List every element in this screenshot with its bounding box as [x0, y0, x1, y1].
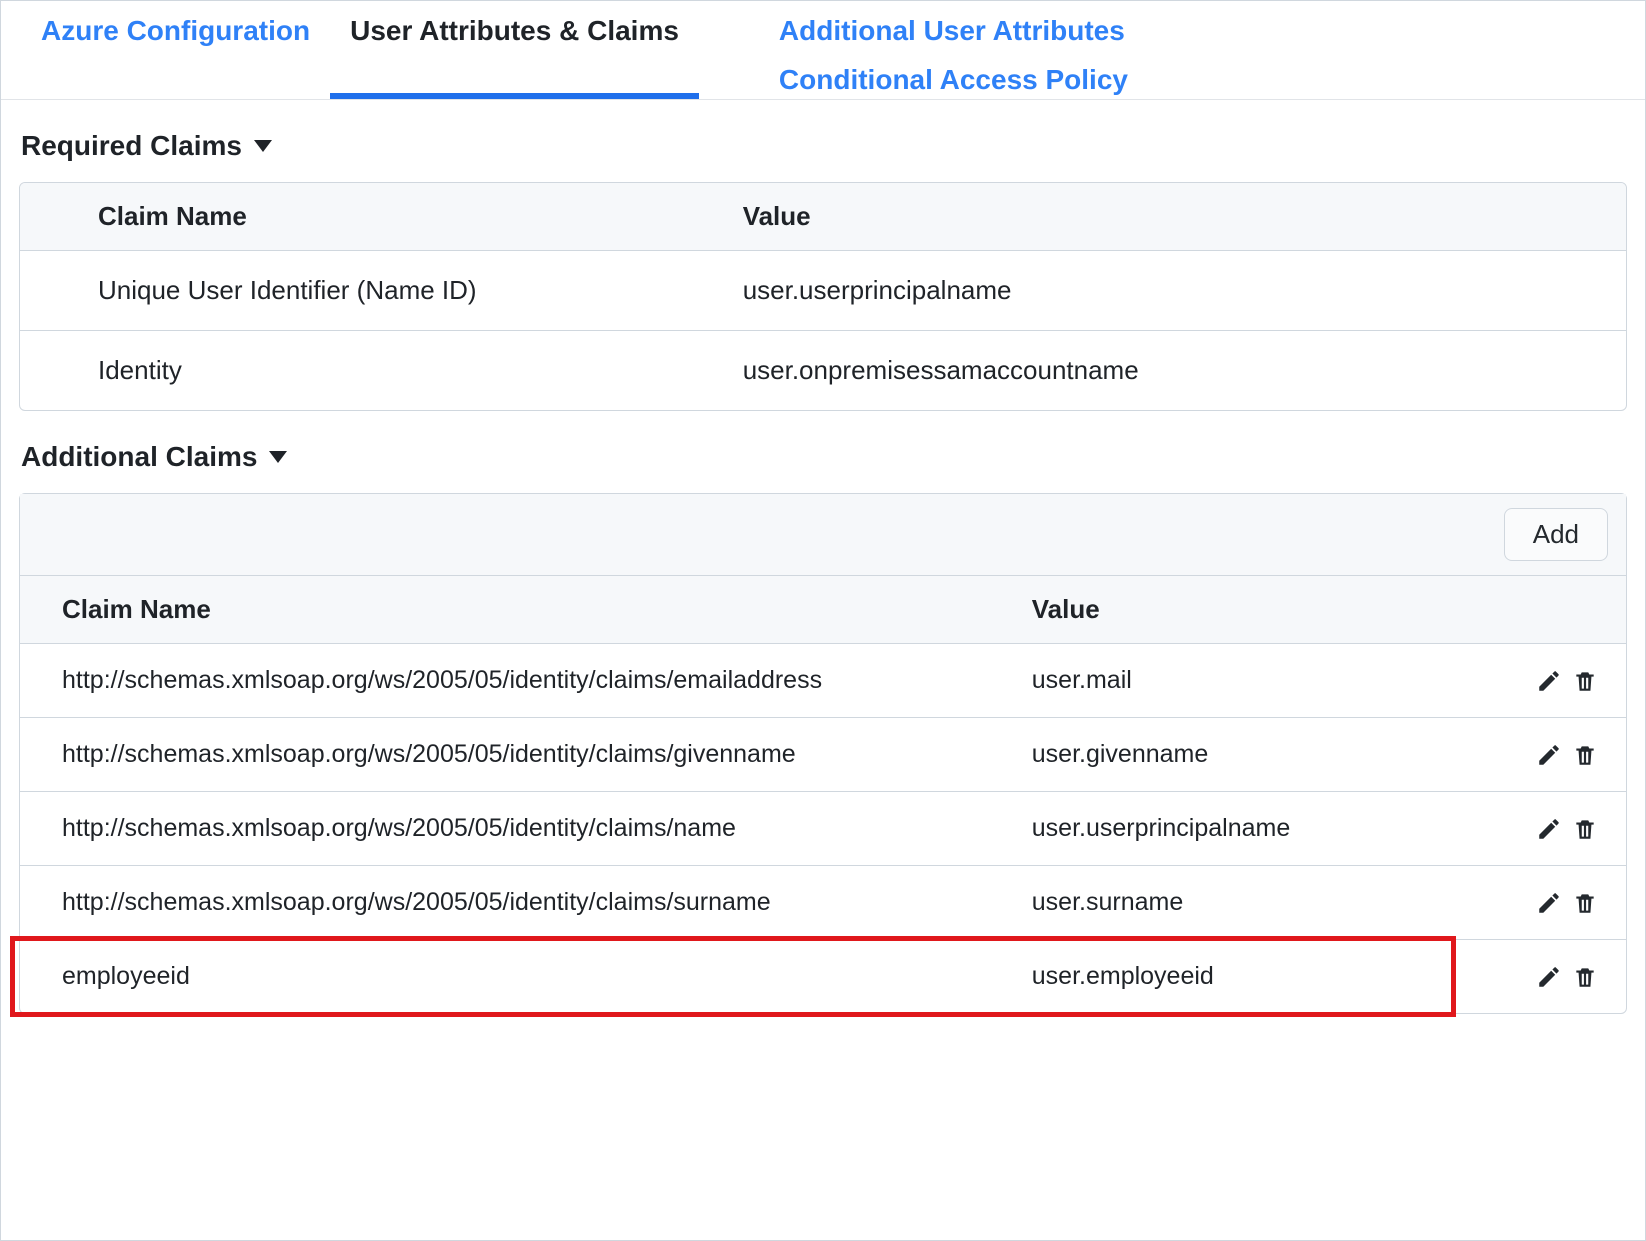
required-claim-value: user.userprincipalname [743, 275, 1626, 306]
row-actions [1536, 742, 1626, 768]
required-claims-header: Claim Name Value [20, 183, 1626, 251]
edit-icon[interactable] [1536, 964, 1562, 990]
table-row: http://schemas.xmlsoap.org/ws/2005/05/id… [20, 792, 1626, 866]
required-claims-title: Required Claims [21, 130, 242, 162]
tab-azure-configuration[interactable]: Azure Configuration [21, 1, 330, 99]
additional-claim-name: http://schemas.xmlsoap.org/ws/2005/05/id… [20, 888, 1032, 917]
tab-conditional-access-policy[interactable]: Conditional Access Policy [759, 50, 1148, 99]
required-claim-name: Unique User Identifier (Name ID) [20, 275, 743, 306]
row-actions [1536, 816, 1626, 842]
table-row: Identity user.onpremisessamaccountname [20, 331, 1626, 410]
add-claim-button[interactable]: Add [1504, 508, 1608, 561]
edit-icon[interactable] [1536, 668, 1562, 694]
tab-bar: Azure Configuration User Attributes & Cl… [1, 1, 1645, 100]
row-actions [1536, 890, 1626, 916]
required-claims-toggle[interactable]: Required Claims [1, 100, 1645, 182]
required-claim-name: Identity [20, 355, 743, 386]
row-actions [1536, 964, 1626, 990]
additional-header-value: Value [1032, 594, 1626, 625]
delete-icon[interactable] [1572, 742, 1598, 768]
additional-claim-name: employeeid [20, 962, 1032, 991]
additional-claim-value: user.employeeid [1032, 962, 1536, 991]
row-actions [1536, 668, 1626, 694]
edit-icon[interactable] [1536, 742, 1562, 768]
additional-claim-value: user.userprincipalname [1032, 814, 1536, 843]
required-claim-value: user.onpremisessamaccountname [743, 355, 1626, 386]
additional-claim-name: http://schemas.xmlsoap.org/ws/2005/05/id… [20, 814, 1032, 843]
additional-claims-header: Claim Name Value [20, 576, 1626, 644]
table-row: http://schemas.xmlsoap.org/ws/2005/05/id… [20, 644, 1626, 718]
delete-icon[interactable] [1572, 668, 1598, 694]
table-row: http://schemas.xmlsoap.org/ws/2005/05/id… [20, 866, 1626, 940]
delete-icon[interactable] [1572, 964, 1598, 990]
additional-claims-table: Add Claim Name Value http://schemas.xmls… [19, 493, 1627, 1014]
additional-claims-toolbar: Add [20, 494, 1626, 576]
additional-claims-title: Additional Claims [21, 441, 257, 473]
table-row-highlighted: employeeid user.employeeid [20, 940, 1626, 1013]
delete-icon[interactable] [1572, 816, 1598, 842]
caret-down-icon [254, 140, 272, 152]
required-claims-table: Claim Name Value Unique User Identifier … [19, 182, 1627, 411]
edit-icon[interactable] [1536, 816, 1562, 842]
tab-user-attributes-claims[interactable]: User Attributes & Claims [330, 1, 699, 99]
tab-group-right: Additional User Attributes Conditional A… [699, 1, 1148, 99]
page-container: Azure Configuration User Attributes & Cl… [0, 0, 1646, 1241]
additional-claim-value: user.surname [1032, 888, 1536, 917]
additional-claim-name: http://schemas.xmlsoap.org/ws/2005/05/id… [20, 740, 1032, 769]
required-header-claim-name: Claim Name [20, 201, 743, 232]
additional-claim-value: user.mail [1032, 666, 1536, 695]
delete-icon[interactable] [1572, 890, 1598, 916]
edit-icon[interactable] [1536, 890, 1562, 916]
table-row: Unique User Identifier (Name ID) user.us… [20, 251, 1626, 331]
table-row: http://schemas.xmlsoap.org/ws/2005/05/id… [20, 718, 1626, 792]
additional-claim-value: user.givenname [1032, 740, 1536, 769]
additional-claims-toggle[interactable]: Additional Claims [1, 411, 1645, 493]
additional-header-claim-name: Claim Name [20, 594, 1032, 625]
additional-claim-name: http://schemas.xmlsoap.org/ws/2005/05/id… [20, 666, 1032, 695]
tab-additional-user-attributes[interactable]: Additional User Attributes [759, 1, 1148, 50]
caret-down-icon [269, 451, 287, 463]
required-header-value: Value [743, 201, 1626, 232]
